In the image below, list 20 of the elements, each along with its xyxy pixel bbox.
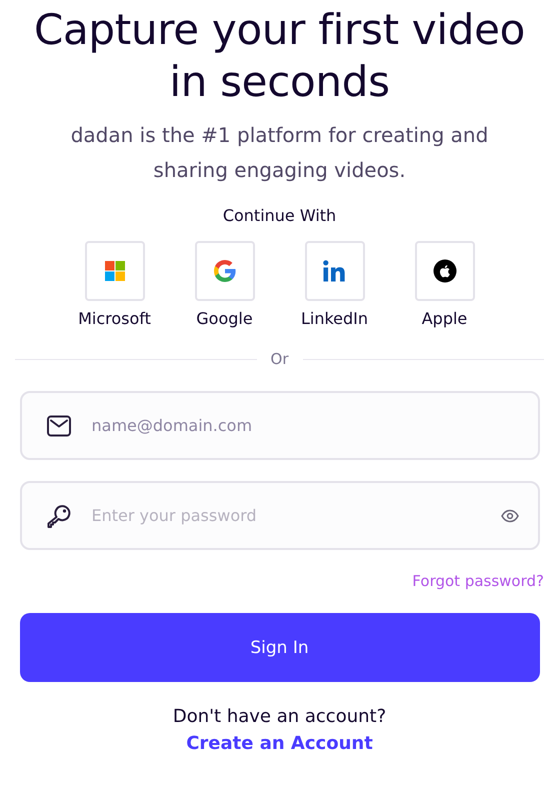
- create-account-link[interactable]: Create an Account: [186, 733, 373, 754]
- password-field[interactable]: Enter your password: [20, 481, 540, 550]
- provider-label: LinkedIn: [300, 309, 368, 328]
- provider-label: Google: [196, 309, 253, 328]
- forgot-password-link[interactable]: Forgot password?: [412, 572, 544, 590]
- eye-icon[interactable]: [500, 509, 518, 522]
- provider-label: Apple: [422, 309, 468, 328]
- apple-icon: [432, 259, 456, 283]
- sign-in-button[interactable]: Sign In: [20, 613, 540, 682]
- subtitle: dadan is the #1 platform for creating and sharing engaging videos.: [70, 122, 490, 184]
- provider-button[interactable]: [414, 241, 474, 301]
- divider-label: Or: [270, 350, 288, 368]
- four-squares-icon: [104, 261, 124, 281]
- email-field[interactable]: name@domain.com: [20, 391, 540, 460]
- signup-prompt: Don't have an account?: [172, 706, 386, 727]
- in-letters-icon: [322, 260, 346, 282]
- provider-label: Microsoft: [78, 309, 151, 328]
- continue-with-label: Continue With: [222, 206, 336, 225]
- g-letter-icon: [212, 259, 236, 283]
- page-title: Capture your first video in seconds: [32, 4, 526, 108]
